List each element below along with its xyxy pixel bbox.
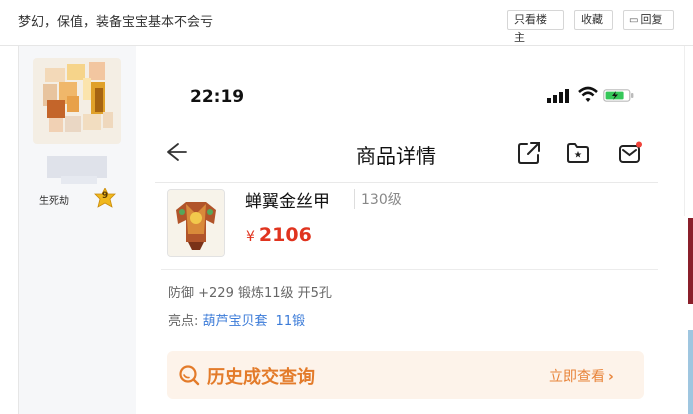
history-query-banner[interactable]: 历史成交查询 立即查看 › [167, 351, 644, 399]
highlight-prefix: 亮点: [168, 314, 199, 329]
right-edge-image [688, 330, 693, 414]
signal-icon [547, 89, 569, 103]
user-subtitle-blurred [61, 176, 97, 184]
rank-level: 9 [101, 191, 109, 201]
rank-label: 生死劫 [39, 196, 69, 207]
item-name: 蝉翼金丝甲 [245, 192, 330, 212]
item-image[interactable] [167, 189, 225, 257]
forum-header: 梦幻，保值，装备宝宝基本不会亏 只看楼主 收藏 ▭ 回复 [0, 0, 693, 44]
nav-divider [155, 182, 658, 183]
price-value: 2106 [258, 224, 312, 246]
phone-screenshot: 22:19 商品详情 蝉翼金丝甲 130级 ¥ 2106 防御 +229 锻炼1… [136, 46, 684, 414]
view-now-label: 立即查看 [549, 369, 605, 385]
page-title: 商品详情 [356, 144, 436, 168]
item-attributes: 防御 +229 锻炼11级 开5孔 [168, 286, 332, 301]
right-edge-panel [684, 46, 693, 216]
back-icon[interactable] [162, 139, 188, 165]
highlight-tag[interactable]: 11锻 [276, 314, 306, 329]
reply-button[interactable]: ▭ 回复 [623, 10, 674, 30]
item-highlights: 亮点: 葫芦宝贝套 11锻 [168, 310, 313, 329]
highlight-tag[interactable]: 葫芦宝贝套 [203, 314, 268, 329]
avatar[interactable] [33, 58, 121, 144]
user-sidebar: 生死劫 9 [18, 46, 137, 414]
favorite-button[interactable]: 收藏 [574, 10, 613, 30]
item-level: 130级 [354, 189, 402, 209]
wifi-icon [578, 86, 598, 102]
view-now-link[interactable]: 立即查看 › [549, 366, 614, 386]
only-op-button[interactable]: 只看楼主 [507, 10, 564, 44]
right-edge-image [688, 218, 693, 304]
share-icon[interactable] [517, 141, 541, 165]
rank-badge: 9 [94, 187, 116, 208]
battery-icon [603, 89, 634, 102]
history-query-label: 历史成交查询 [207, 367, 315, 388]
reply-icon: ▭ [629, 15, 639, 26]
item-divider [161, 269, 658, 270]
reply-button-label: 回复 [640, 13, 663, 26]
folder-icon[interactable] [566, 141, 590, 165]
currency-symbol: ¥ [246, 229, 255, 245]
status-time: 22:19 [190, 87, 245, 107]
item-price: ¥2106 [246, 224, 312, 246]
armor-icon [168, 190, 224, 256]
username-blurred [47, 156, 107, 178]
search-icon [179, 365, 200, 386]
chevron-right-icon: › [608, 369, 614, 385]
message-icon[interactable] [618, 141, 642, 165]
thread-title: 梦幻，保值，装备宝宝基本不会亏 [18, 15, 214, 30]
